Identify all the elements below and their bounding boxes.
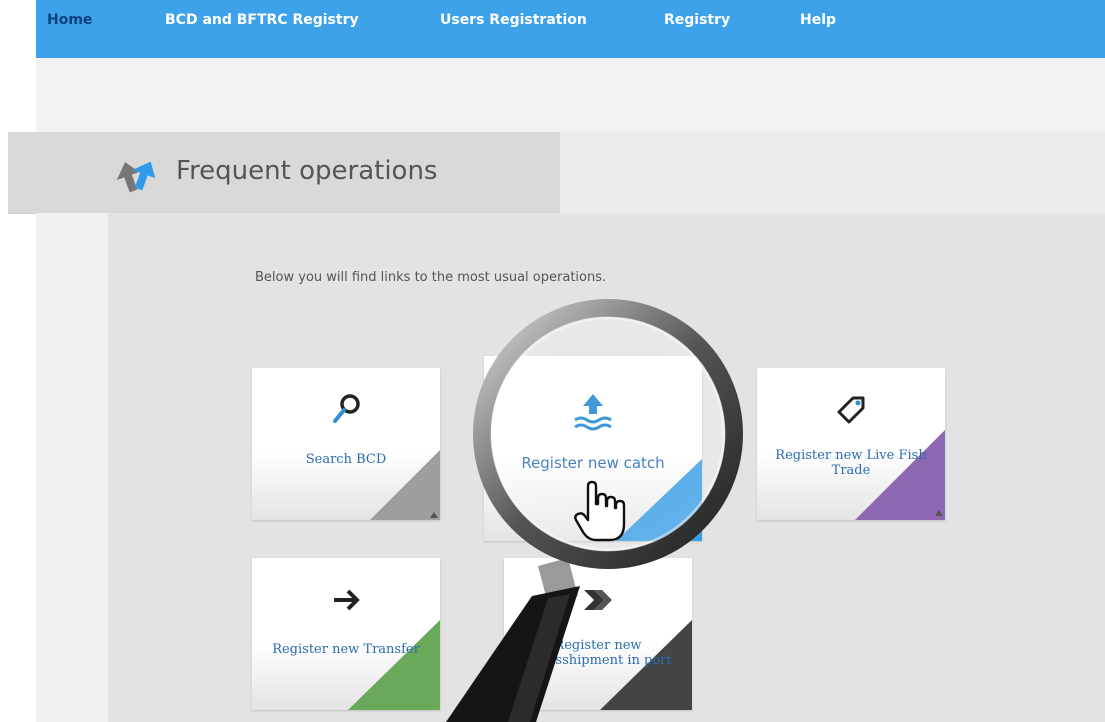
- search-bcd-card[interactable]: Search BCD: [252, 368, 440, 520]
- double-arrow-icon: [584, 590, 612, 610]
- card-ribbon: [348, 620, 440, 710]
- card-ribbon: [370, 450, 440, 520]
- nav-bcd-bftrc-registry[interactable]: BCD and BFTRC Registry: [165, 12, 359, 28]
- card-label: Search BCD: [305, 452, 387, 467]
- register-live-fish-trade-card[interactable]: Register new Live Fish Trade: [757, 368, 945, 520]
- magnifier-icon: [333, 394, 360, 423]
- top-band: [36, 58, 1105, 138]
- tag-icon: [837, 396, 865, 424]
- register-new-transfer-card[interactable]: Register new Transfer: [252, 558, 440, 710]
- card-label: Register new catch: [521, 454, 665, 472]
- catch-wave-icon: [574, 394, 612, 431]
- nav-registry[interactable]: Registry: [664, 12, 730, 28]
- nav-users-registration[interactable]: Users Registration: [440, 12, 587, 28]
- arrow-right-icon: [334, 589, 360, 611]
- card-label: Register new Transshipment in port: [524, 638, 672, 668]
- page-title: Frequent operations: [176, 156, 438, 186]
- card-label: Register new Live Fish Trade: [775, 448, 927, 478]
- left-strip: [36, 213, 108, 722]
- top-navigation-bar: Home BCD and BFTRC Registry Users Regist…: [36, 0, 1105, 58]
- nav-help[interactable]: Help: [800, 12, 836, 28]
- card-label: Register new Transfer: [272, 642, 420, 657]
- register-transshipment-card[interactable]: Register new Transshipment in port: [504, 558, 692, 710]
- arrows-swap-icon: [116, 161, 156, 193]
- nav-home[interactable]: Home: [47, 12, 92, 28]
- register-new-catch-card[interactable]: Register new catch: [484, 356, 702, 541]
- intro-text: Below you will find links to the most us…: [255, 270, 607, 285]
